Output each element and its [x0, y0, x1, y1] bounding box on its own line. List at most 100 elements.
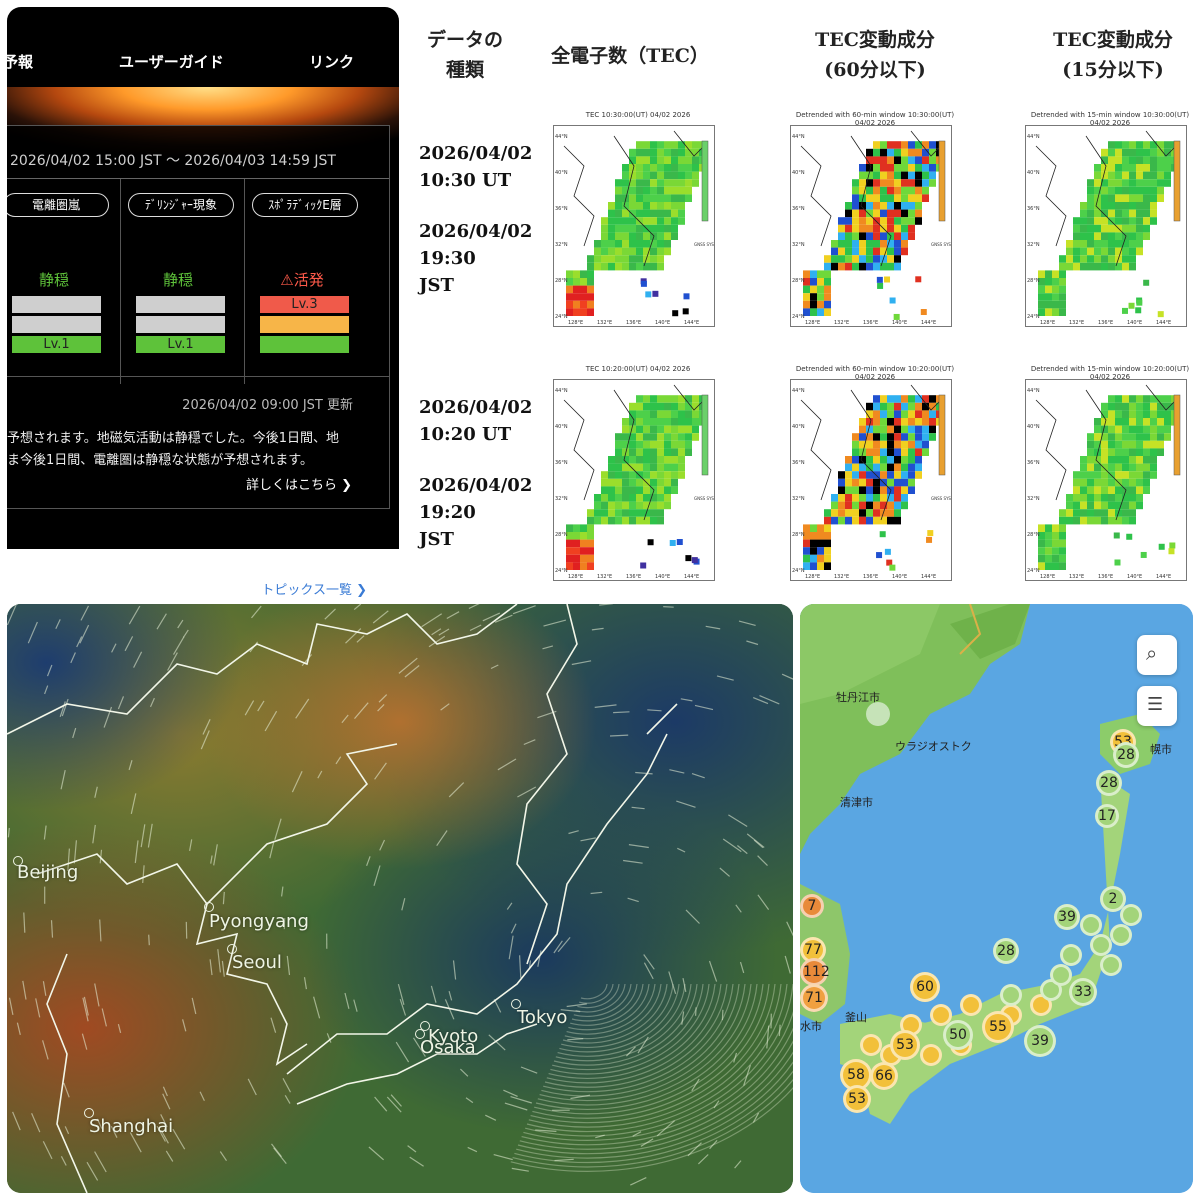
quake-cluster-marker[interactable]: 28 — [1113, 742, 1139, 768]
tec-cell — [810, 293, 817, 301]
tec-cell — [1108, 478, 1115, 487]
quake-cluster-marker[interactable]: 53 — [890, 1030, 920, 1060]
search-button[interactable]: ⌕ — [1137, 635, 1177, 675]
tec-cell — [594, 509, 601, 517]
quake-cluster-marker[interactable]: 53 — [843, 1085, 871, 1113]
nav-forecast[interactable]: 予報 — [7, 51, 33, 72]
tec-cell — [636, 262, 643, 271]
tec-cell — [678, 148, 685, 157]
filter-button[interactable]: ☰ — [1137, 686, 1177, 726]
tec-cell — [880, 232, 887, 240]
quake-cluster-marker[interactable]: 2 — [1100, 886, 1126, 912]
tec-cell — [880, 194, 887, 202]
tec-cell — [1122, 402, 1129, 411]
tec-cell — [810, 270, 817, 278]
tec-cell — [664, 486, 671, 494]
more-details-link[interactable]: 詳しくはこちら ❯ — [246, 474, 352, 493]
tec-cell — [901, 494, 908, 502]
tec-cell — [852, 478, 859, 487]
quake-cluster-marker[interactable]: 66 — [870, 1062, 898, 1090]
quake-cluster-marker[interactable]: 7 — [800, 894, 824, 918]
tec-cell — [873, 164, 880, 172]
tec-cell — [1143, 179, 1150, 187]
quake-cluster-marker[interactable] — [1110, 924, 1132, 946]
tec-cell — [1073, 224, 1080, 233]
quake-cluster-marker[interactable] — [1050, 964, 1072, 986]
category-label-button[interactable]: ﾃﾞﾘﾝｼﾞｬｰ現象 — [128, 193, 234, 217]
nav-links[interactable]: リンク — [309, 51, 354, 72]
tec-cell — [866, 247, 873, 256]
lat-tick-label: 40°N — [792, 424, 805, 430]
tec-cell — [859, 501, 866, 510]
quake-cluster-marker[interactable] — [1000, 984, 1022, 1006]
tec-cell — [678, 448, 685, 456]
tec-cell — [817, 300, 824, 309]
quake-cluster-marker[interactable]: 39 — [1054, 904, 1080, 930]
tec-cell — [615, 463, 622, 472]
tec-cell — [1129, 501, 1136, 510]
tec-cell — [1115, 395, 1122, 403]
tec-cell — [894, 440, 901, 449]
tec-cell — [622, 509, 629, 517]
quake-cluster-marker[interactable]: 60 — [910, 972, 940, 1002]
lat-tick-label: 32°N — [555, 242, 568, 248]
tec-cell — [845, 478, 852, 487]
quake-cluster-marker[interactable] — [960, 994, 982, 1016]
tec-cell — [671, 463, 678, 472]
colorbar — [701, 394, 709, 476]
quake-cluster-marker[interactable] — [1100, 954, 1122, 976]
tec-cell — [852, 471, 859, 479]
wind-map-panel[interactable]: Beijing Pyongyang Seoul Kyoto Osaka Toky… — [7, 604, 793, 1193]
tec-cell — [859, 433, 866, 441]
tec-cell — [817, 524, 824, 532]
nav-user-guide[interactable]: ユーザーガイド — [119, 51, 224, 72]
quake-cluster-marker[interactable]: 112 — [800, 958, 830, 986]
tec-cell — [1136, 402, 1143, 411]
quake-cluster-marker[interactable]: 50 — [943, 1020, 973, 1050]
tec-cell — [1108, 463, 1115, 472]
quake-cluster-marker[interactable] — [920, 1044, 942, 1066]
quake-cluster-marker[interactable] — [1090, 934, 1112, 956]
tec-cell — [664, 209, 671, 218]
quake-cluster-marker[interactable] — [1120, 904, 1142, 926]
tec-cell — [1115, 402, 1122, 411]
tec-cell — [915, 471, 922, 479]
quake-cluster-marker[interactable]: 28 — [993, 938, 1019, 964]
tec-cell — [573, 300, 580, 309]
wind-map-canvas[interactable] — [7, 604, 793, 1193]
quake-cluster-marker[interactable]: 17 — [1095, 804, 1119, 828]
tec-cell — [1080, 202, 1087, 210]
quake-cluster-marker[interactable]: 33 — [1069, 978, 1097, 1006]
place-label: 水市 — [800, 1020, 822, 1033]
tec-cell — [1108, 456, 1115, 464]
topics-list-link[interactable]: トピックス一覧 ❯ — [261, 579, 367, 597]
earthquake-map-panel[interactable]: ⌕ ☰ 牡丹江市 ウラジオストク 清津市 釜山 幌市 水市 5328281723… — [800, 604, 1193, 1193]
tec-cell — [1122, 395, 1129, 403]
quake-cluster-marker[interactable]: 28 — [1096, 770, 1122, 796]
tec-cell — [685, 555, 692, 562]
tec-cell — [901, 179, 908, 187]
tec-cell — [650, 164, 657, 172]
category-label-button[interactable]: ｽﾎﾟﾗﾃﾞｨｯｸE層 — [252, 193, 358, 217]
quake-cluster-marker[interactable]: 39 — [1024, 1025, 1056, 1057]
tec-cell — [887, 501, 894, 510]
tec-cell — [601, 247, 608, 256]
tec-cell — [908, 186, 915, 195]
quake-cluster-marker[interactable]: 71 — [800, 984, 828, 1012]
tec-cell — [608, 486, 615, 494]
tec-cell — [657, 194, 664, 202]
quake-cluster-marker[interactable] — [1060, 944, 1082, 966]
tec-cell — [887, 224, 894, 233]
tec-cell — [1108, 186, 1115, 195]
tec-cell — [1129, 486, 1136, 494]
lat-tick-label: 40°N — [792, 170, 805, 176]
quake-cluster-marker[interactable] — [1080, 914, 1102, 936]
tec-cell — [650, 456, 657, 464]
quake-cluster-marker[interactable]: 55 — [982, 1011, 1014, 1043]
tec-cell — [838, 494, 845, 502]
category-label-button[interactable]: 電離圏嵐 — [7, 193, 109, 217]
quake-cluster-marker[interactable] — [860, 1034, 882, 1056]
lat-tick-label: 44°N — [792, 134, 805, 140]
tec-cell — [657, 186, 664, 195]
tec-cell — [817, 308, 824, 316]
